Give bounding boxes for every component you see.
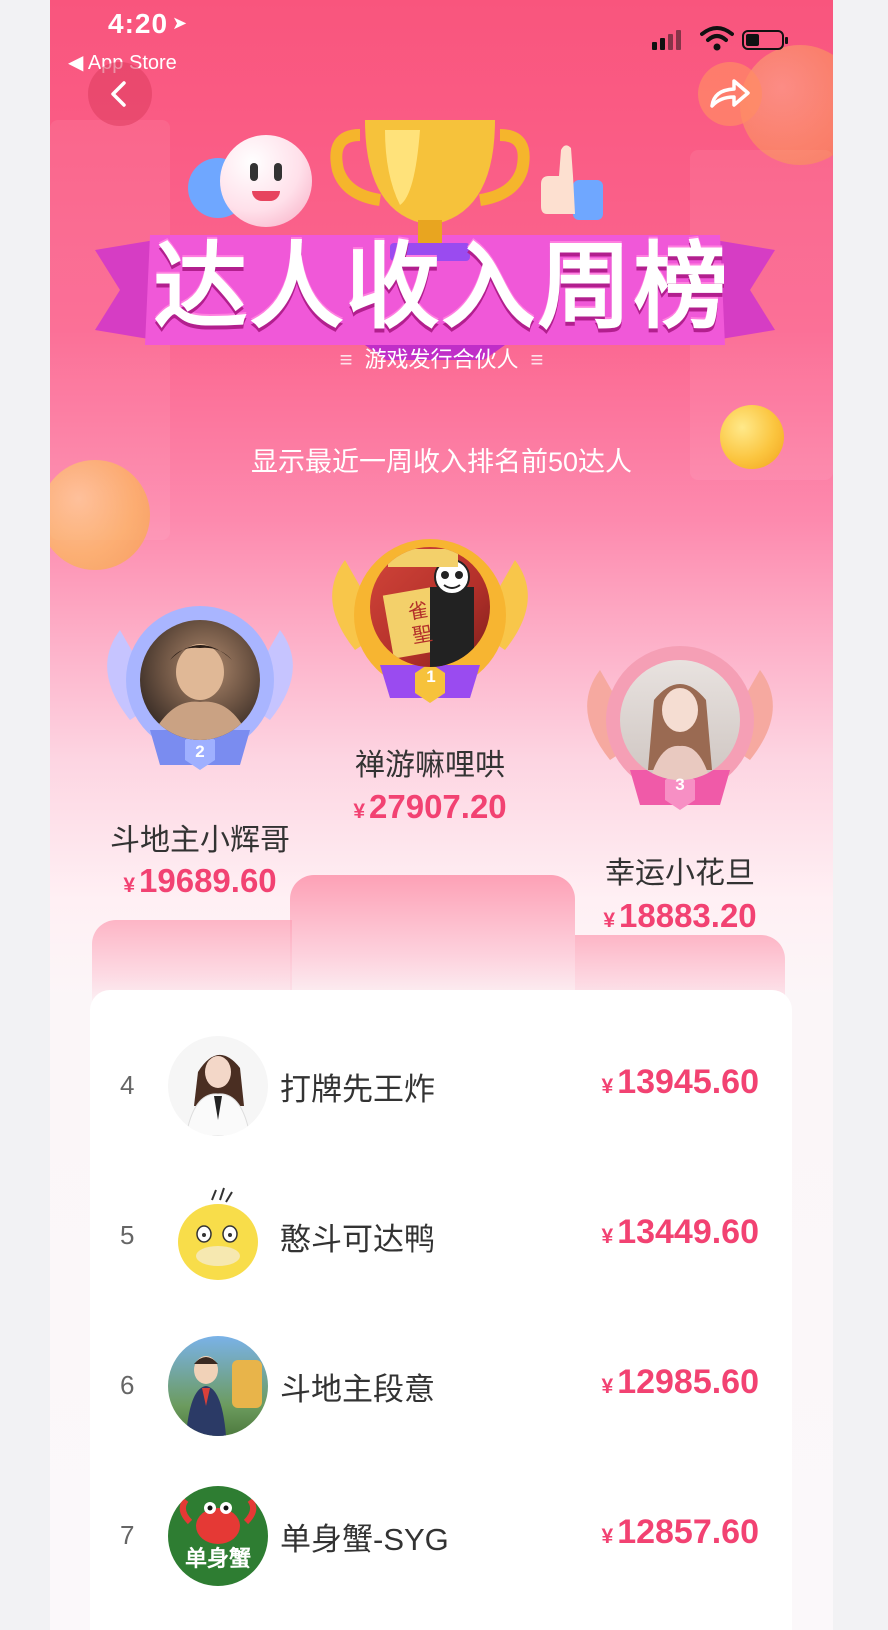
list-item[interactable]: 4 打牌先王炸 ¥13945.60 (90, 1032, 792, 1142)
income-amount: ¥12857.60 (601, 1513, 760, 1551)
currency-symbol: ¥ (601, 1075, 614, 1098)
location-arrow-icon: ➤ (172, 13, 189, 33)
panel-text: 雀 (406, 597, 430, 624)
currency-symbol: ¥ (601, 1225, 614, 1248)
rank-number: 4 (120, 1070, 135, 1100)
avatar (168, 1186, 268, 1286)
currency-symbol: ¥ (601, 1525, 614, 1548)
currency-symbol: ¥ (603, 909, 616, 932)
rank-badge: 3 (675, 775, 685, 794)
income-amount: ¥13449.60 (601, 1213, 760, 1251)
income-amount: ¥13945.60 (601, 1063, 760, 1101)
podium-stage-center (290, 875, 575, 1005)
avatar (620, 660, 740, 780)
podium-amount: ¥19689.60 (123, 862, 277, 899)
user-name: 打牌先王炸 (280, 1072, 435, 1107)
rank-badge: 1 (426, 667, 436, 686)
share-button[interactable] (698, 62, 762, 126)
user-name: 憨斗可达鸭 (280, 1222, 435, 1257)
back-button[interactable] (88, 62, 152, 126)
podium-name: 幸运小花旦 (605, 857, 755, 890)
page-subtitle: ≡ 游戏发行合伙人 ≡ (50, 343, 833, 377)
menu-lines-icon: ≡ (339, 347, 353, 372)
panel-text: 聖 (410, 621, 434, 648)
avatar (168, 1036, 268, 1136)
thumbs-up-icon (541, 145, 603, 220)
user-name: 单身蟹-SYG (280, 1522, 449, 1557)
income-amount: ¥12985.60 (601, 1363, 760, 1401)
ranking-hint: 显示最近一周收入排名前50达人 (250, 447, 633, 477)
list-item[interactable]: 6 斗地主段意 ¥12985.60 (90, 1332, 792, 1442)
podium-name: 禅游嘛哩哄 (355, 749, 505, 782)
ranking-list-card: 4 打牌先王炸 ¥13945.60 5 憨斗可达鸭 ¥ 13449.60 6 斗… (90, 990, 792, 1630)
avatar-label: 单身蟹 (185, 1546, 251, 1572)
page-title: 达人收入周榜 (153, 234, 730, 339)
podium-amount: ¥27907.20 (353, 788, 507, 825)
screen: 4:20 ➤ ◀ App Store 达人收入周榜 ≡ 游戏发行合伙人 ≡ 显示… (50, 0, 833, 1630)
rank-number: 5 (120, 1220, 135, 1250)
list-item[interactable]: 5 憨斗可达鸭 ¥13449.60 (90, 1182, 792, 1292)
wifi-icon (700, 26, 734, 51)
podium-amount: ¥18883.20 (603, 897, 757, 934)
rank-badge: 2 (195, 742, 205, 761)
list-item[interactable]: 7 单身蟹 单身蟹-SYG ¥12857.60 (90, 1482, 792, 1592)
signal-icon (652, 30, 681, 50)
smiley-face-icon (220, 135, 312, 227)
status-time: 4:20 ➤ (108, 8, 189, 39)
avatar (168, 1336, 268, 1436)
currency-symbol: ¥ (601, 1375, 614, 1398)
currency-symbol: ¥ (353, 800, 366, 823)
user-name: 斗地主段意 (280, 1372, 435, 1407)
rank-number: 6 (120, 1370, 135, 1400)
menu-lines-icon: ≡ (530, 347, 544, 372)
avatar: 雀 聖 (370, 547, 490, 667)
avatar: 单身蟹 (168, 1486, 268, 1586)
chevron-left-icon (111, 81, 126, 107)
battery-icon (742, 30, 788, 50)
share-arrow-icon (710, 79, 750, 108)
podium-name: 斗地主小辉哥 (110, 824, 290, 857)
rank-number: 7 (120, 1520, 135, 1550)
avatar (140, 620, 260, 740)
currency-symbol: ¥ (123, 874, 136, 897)
